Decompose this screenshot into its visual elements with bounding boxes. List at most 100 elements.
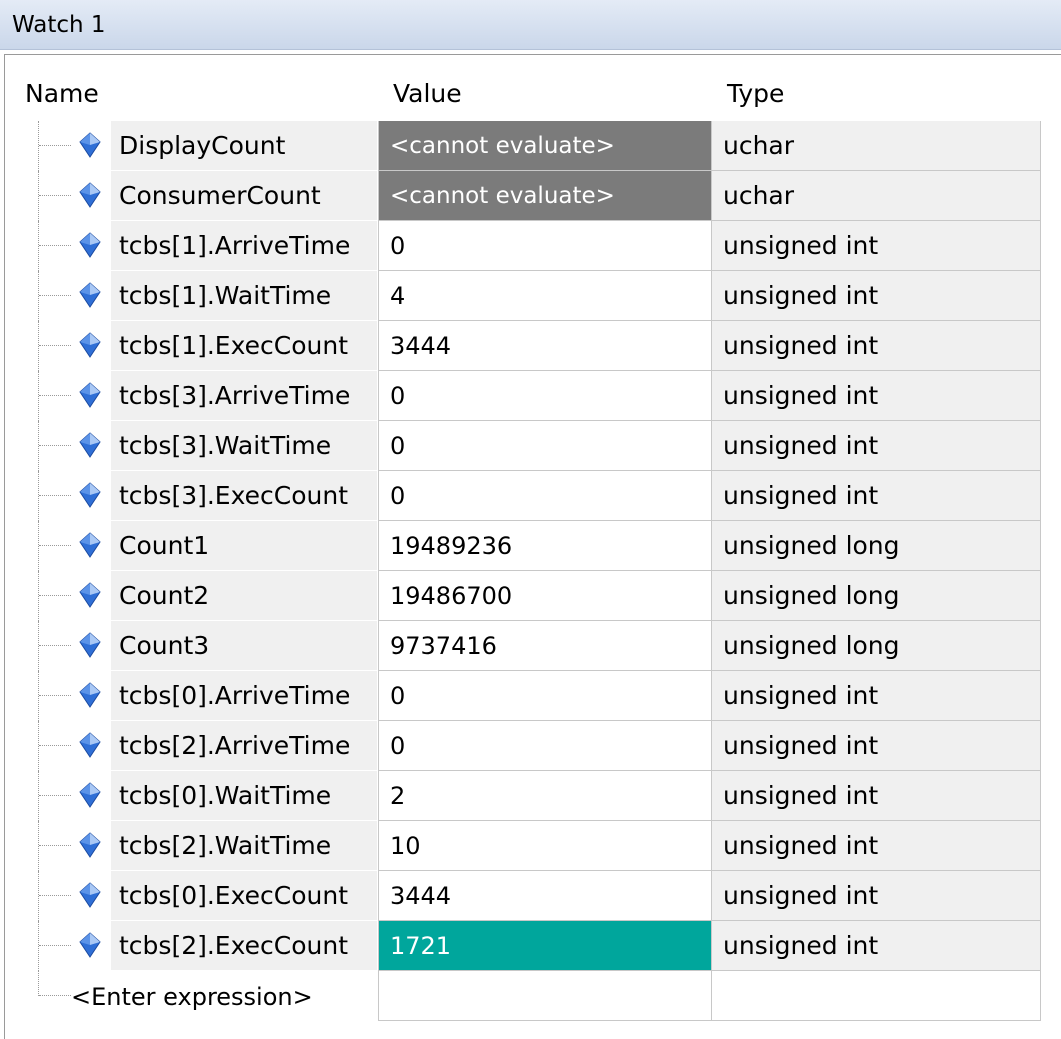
watch-type-cell: unsigned int [711,921,1041,971]
watch-type-cell: unsigned int [711,821,1041,871]
watch-grid: Name Value Type DisplayCount <cannot eva… [4,54,1061,1039]
watch-name-cell[interactable]: ConsumerCount [111,171,377,220]
tree-line-vertical [38,721,39,771]
column-header-value[interactable]: Value [393,55,462,121]
watch-variable-icon [79,282,101,308]
watch-row[interactable]: Count1 19489236 unsigned long [5,521,1061,571]
watch-name-cell[interactable]: tcbs[0].WaitTime [111,771,377,820]
watch-value-cell[interactable]: 19486700 [378,571,711,621]
watch-value-cell[interactable]: 1721 [378,921,711,971]
watch-value-cell[interactable]: 9737416 [378,621,711,671]
watch-row[interactable]: tcbs[3].ArriveTime 0 unsigned int [5,371,1061,421]
watch-name-cell[interactable]: Count1 [111,521,377,570]
watch-name-cell[interactable]: tcbs[1].WaitTime [111,271,377,320]
watch-row[interactable]: tcbs[3].ExecCount 0 unsigned int [5,471,1061,521]
watch-row[interactable]: tcbs[0].ArriveTime 0 unsigned int [5,671,1061,721]
enter-expression-value-cell [378,971,711,1021]
watch-row[interactable]: tcbs[1].WaitTime 4 unsigned int [5,271,1061,321]
watch-type-cell: unsigned int [711,271,1041,321]
watch-name-cell[interactable]: Count2 [111,571,377,620]
watch-name-cell[interactable]: tcbs[2].ExecCount [111,921,377,970]
tree-line-vertical [38,371,39,421]
tree-line-vertical [38,571,39,621]
column-header-type[interactable]: Type [727,55,784,121]
tree-line-horizontal [39,945,71,946]
watch-type-cell: unsigned int [711,371,1041,421]
watch-row[interactable]: tcbs[1].ExecCount 3444 unsigned int [5,321,1061,371]
watch-name-cell[interactable]: tcbs[2].WaitTime [111,821,377,870]
tree-line-horizontal [39,245,71,246]
watch-variable-icon [79,382,101,408]
watch-type-cell: uchar [711,171,1041,221]
watch-type-cell: unsigned int [711,721,1041,771]
watch-name-cell[interactable]: tcbs[3].WaitTime [111,421,377,470]
tree-line-vertical [38,271,39,321]
watch-row[interactable]: tcbs[2].ArriveTime 0 unsigned int [5,721,1061,771]
watch-variable-icon [79,532,101,558]
watch-name-cell[interactable]: tcbs[2].ArriveTime [111,721,377,770]
tree-line-horizontal [39,195,71,196]
tree-line-vertical [38,621,39,671]
watch-name-cell[interactable]: tcbs[3].ExecCount [111,471,377,520]
tree-line-horizontal [39,345,71,346]
tree-line-vertical [38,671,39,721]
watch-value-cell[interactable]: <cannot evaluate> [378,121,711,171]
watch-value-cell[interactable]: 0 [378,421,711,471]
watch-row[interactable]: tcbs[3].WaitTime 0 unsigned int [5,421,1061,471]
enter-expression-input[interactable]: <Enter expression> [71,971,313,1021]
watch-value-cell[interactable]: 0 [378,471,711,521]
watch-value-cell[interactable]: 0 [378,371,711,421]
tree-line-vertical [38,521,39,571]
watch-row[interactable]: tcbs[2].ExecCount 1721 unsigned int [5,921,1061,971]
watch-value-cell[interactable]: 0 [378,671,711,721]
watch-row[interactable]: DisplayCount <cannot evaluate> uchar [5,121,1061,171]
watch-value-cell[interactable]: 3444 [378,871,711,921]
watch-name-cell[interactable]: tcbs[1].ArriveTime [111,221,377,270]
watch-value-cell[interactable]: 2 [378,771,711,821]
watch-type-cell: unsigned long [711,621,1041,671]
tree-line-horizontal [39,545,71,546]
watch-variable-icon [79,232,101,258]
watch-variable-icon [79,132,101,158]
enter-expression-row[interactable]: <Enter expression> [5,971,1061,1021]
tree-line-vertical [38,171,39,221]
watch-name-cell[interactable]: tcbs[0].ExecCount [111,871,377,920]
tree-line-vertical [38,121,39,171]
watch-value-cell[interactable]: 4 [378,271,711,321]
tree-line-vertical [38,821,39,871]
tree-line-horizontal [39,295,71,296]
watch-name-cell[interactable]: DisplayCount [111,121,377,170]
watch-row[interactable]: tcbs[1].ArriveTime 0 unsigned int [5,221,1061,271]
tree-line-vertical [38,871,39,921]
watch-value-cell[interactable]: 0 [378,221,711,271]
watch-row[interactable]: tcbs[0].WaitTime 2 unsigned int [5,771,1061,821]
watch-variable-icon [79,782,101,808]
watch-row[interactable]: Count3 9737416 unsigned long [5,621,1061,671]
watch-variable-icon [79,732,101,758]
column-header-name[interactable]: Name [25,55,99,121]
watch-row[interactable]: tcbs[0].ExecCount 3444 unsigned int [5,871,1061,921]
watch-name-cell[interactable]: tcbs[1].ExecCount [111,321,377,370]
tree-line-horizontal [39,645,71,646]
watch-row[interactable]: Count2 19486700 unsigned long [5,571,1061,621]
watch-variable-icon [79,182,101,208]
watch-value-cell[interactable]: 0 [378,721,711,771]
watch-rows: DisplayCount <cannot evaluate> uchar Con… [5,121,1061,971]
watch-value-cell[interactable]: 3444 [378,321,711,371]
tree-line-horizontal [39,895,71,896]
tree-line-horizontal [39,395,71,396]
watch-name-cell[interactable]: tcbs[3].ArriveTime [111,371,377,420]
tree-line-horizontal [39,495,71,496]
watch-variable-icon [79,582,101,608]
watch-type-cell: unsigned int [711,471,1041,521]
watch-value-cell[interactable]: 10 [378,821,711,871]
watch-row[interactable]: ConsumerCount <cannot evaluate> uchar [5,171,1061,221]
watch-value-cell[interactable]: <cannot evaluate> [378,171,711,221]
watch-row[interactable]: tcbs[2].WaitTime 10 unsigned int [5,821,1061,871]
watch-name-cell[interactable]: tcbs[0].ArriveTime [111,671,377,720]
watch-value-cell[interactable]: 19489236 [378,521,711,571]
tree-line-horizontal [39,145,71,146]
watch-name-cell[interactable]: Count3 [111,621,377,670]
tree-line-vertical [38,321,39,371]
watch-window-title-bar[interactable]: Watch 1 [0,0,1061,50]
